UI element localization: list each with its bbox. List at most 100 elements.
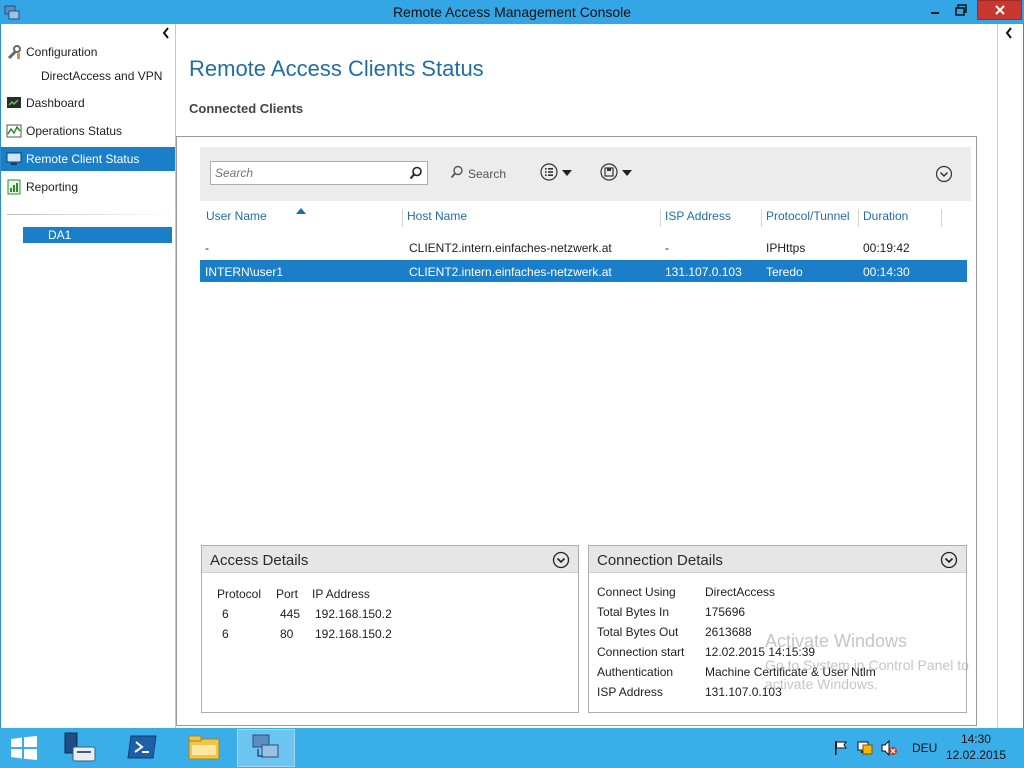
restore-button[interactable] bbox=[948, 0, 974, 20]
remote-client-icon bbox=[6, 151, 22, 167]
activation-watermark-line: Go to System in Control Panel to bbox=[765, 657, 969, 673]
dashboard-icon bbox=[6, 95, 22, 111]
minimize-button[interactable] bbox=[922, 0, 948, 20]
sidebar-item-remote-client-status[interactable]: Remote Client Status bbox=[1, 147, 175, 171]
sidebar-item-label: Operations Status bbox=[26, 124, 123, 138]
tools-icon bbox=[6, 44, 22, 60]
access-ip: 192.168.150.2 bbox=[315, 607, 392, 621]
folder-icon bbox=[188, 733, 220, 764]
sidebar-item-label: Configuration bbox=[26, 45, 98, 59]
column-header-duration[interactable]: Duration bbox=[858, 209, 908, 227]
table-row[interactable]: - CLIENT2.intern.einfaches-netzwerk.at -… bbox=[200, 236, 967, 258]
activation-watermark-title: Activate Windows bbox=[765, 631, 908, 651]
column-header-isp-address[interactable]: ISP Address bbox=[660, 209, 731, 227]
server-label: DA1 bbox=[48, 228, 72, 242]
expand-tasks-button[interactable] bbox=[1004, 26, 1014, 43]
connection-details-header: Connection Details bbox=[589, 546, 966, 573]
sidebar-item-label: Remote Client Status bbox=[26, 152, 140, 166]
collapse-access-details-button[interactable] bbox=[552, 551, 570, 572]
powershell-icon bbox=[127, 734, 157, 763]
save-options-button[interactable] bbox=[600, 162, 632, 183]
sidebar-item-directaccess-vpn[interactable]: DirectAccess and VPN bbox=[41, 69, 162, 83]
field-value: DirectAccess bbox=[705, 585, 776, 599]
field-value: 2613688 bbox=[705, 625, 752, 639]
sidebar-item-configuration[interactable]: Configuration bbox=[1, 40, 175, 64]
taskbar-powershell[interactable] bbox=[113, 729, 171, 767]
access-header-ip: IP Address bbox=[312, 587, 370, 601]
cell-duration: 00:14:30 bbox=[863, 265, 910, 279]
chevron-down-icon bbox=[622, 166, 632, 180]
connection-details-panel: Connection Details Connect Using DirectA… bbox=[588, 545, 969, 713]
expand-toolbar-button[interactable] bbox=[935, 165, 953, 186]
cell-protocol: Teredo bbox=[766, 265, 803, 279]
flag-icon[interactable] bbox=[833, 740, 849, 759]
search-field[interactable] bbox=[210, 161, 428, 185]
access-ip: 192.168.150.2 bbox=[315, 627, 392, 641]
access-port: 80 bbox=[280, 627, 294, 641]
column-header-divider bbox=[941, 209, 946, 227]
field-label: Total Bytes Out bbox=[597, 625, 679, 639]
view-options-button[interactable] bbox=[540, 162, 572, 184]
search-icon bbox=[450, 165, 464, 182]
taskbar-remote-access-console[interactable] bbox=[237, 729, 295, 767]
search-button-label: Search bbox=[468, 166, 507, 181]
cell-isp-address: 131.107.0.103 bbox=[665, 265, 742, 279]
access-protocol: 6 bbox=[222, 627, 229, 641]
start-button[interactable] bbox=[10, 736, 38, 763]
input-language[interactable]: DEU bbox=[912, 741, 937, 755]
cell-user-name: - bbox=[205, 241, 209, 255]
field-value: 175696 bbox=[705, 605, 746, 619]
collapse-connection-details-button[interactable] bbox=[940, 551, 958, 572]
cell-user-name: INTERN\user1 bbox=[205, 265, 284, 279]
connection-details-title: Connection Details bbox=[597, 552, 723, 569]
field-label: Total Bytes In bbox=[597, 605, 670, 619]
search-input[interactable] bbox=[211, 162, 401, 184]
server-item-da1[interactable]: DA1 bbox=[23, 227, 172, 243]
sidebar-item-label: Reporting bbox=[26, 180, 79, 194]
chevron-down-icon bbox=[562, 166, 572, 180]
taskbar-file-explorer[interactable] bbox=[175, 729, 233, 767]
close-button[interactable] bbox=[977, 0, 1022, 20]
search-button[interactable]: Search bbox=[450, 165, 506, 182]
clients-grid-header: User Name Host Name ISP Address Protocol… bbox=[200, 203, 967, 227]
taskbar: DEU 14:30 12.02.2015 bbox=[0, 728, 1024, 768]
column-header-host-name[interactable]: Host Name bbox=[402, 209, 467, 227]
list-view-icon bbox=[540, 162, 558, 184]
sidebar-item-operations-status[interactable]: Operations Status bbox=[1, 119, 175, 143]
network-icon[interactable] bbox=[857, 740, 873, 759]
access-details-title: Access Details bbox=[210, 552, 309, 569]
field-label: ISP Address bbox=[597, 685, 663, 699]
access-details-header: Access Details bbox=[202, 546, 578, 573]
field-label: Connection start bbox=[597, 645, 685, 659]
sort-ascending-icon bbox=[296, 203, 306, 217]
page-title: Remote Access Clients Status bbox=[189, 56, 484, 81]
sidebar-item-reporting[interactable]: Reporting bbox=[1, 175, 175, 199]
remote-access-icon bbox=[250, 732, 282, 765]
access-protocol: 6 bbox=[222, 607, 229, 621]
access-header-port: Port bbox=[276, 587, 299, 601]
cell-host-name: CLIENT2.intern.einfaches-netzwerk.at bbox=[409, 241, 612, 255]
tasks-pane-collapsed bbox=[997, 24, 1023, 728]
taskbar-server-manager[interactable] bbox=[51, 729, 109, 767]
access-details-panel: Access Details Protocol Port IP Address … bbox=[201, 545, 579, 713]
column-header-protocol-tunnel[interactable]: Protocol/Tunnel bbox=[761, 209, 850, 227]
app-window: Configuration DirectAccess and VPN Dashb… bbox=[0, 24, 1024, 728]
cell-protocol: IPHttps bbox=[766, 241, 806, 255]
table-row[interactable]: INTERN\user1 CLIENT2.intern.einfaches-ne… bbox=[200, 260, 967, 282]
system-clock[interactable]: 14:30 12.02.2015 bbox=[946, 731, 1006, 763]
field-label: Authentication bbox=[597, 665, 674, 679]
sidebar-item-dashboard[interactable]: Dashboard bbox=[1, 91, 175, 115]
sidebar-item-label: Dashboard bbox=[26, 96, 85, 110]
column-header-user-name[interactable]: User Name bbox=[202, 209, 267, 227]
clock-date: 12.02.2015 bbox=[945, 748, 1006, 762]
clients-panel: Search Us bbox=[176, 136, 977, 726]
access-port: 445 bbox=[280, 607, 301, 621]
volume-muted-icon[interactable] bbox=[881, 739, 897, 759]
server-manager-icon bbox=[63, 731, 97, 766]
field-label: Connect Using bbox=[597, 585, 676, 599]
section-title: Connected Clients bbox=[189, 101, 304, 116]
search-icon[interactable] bbox=[409, 166, 423, 183]
cell-duration: 00:19:42 bbox=[863, 241, 910, 255]
reporting-icon bbox=[6, 179, 22, 195]
cell-host-name: CLIENT2.intern.einfaches-netzwerk.at bbox=[409, 265, 612, 279]
